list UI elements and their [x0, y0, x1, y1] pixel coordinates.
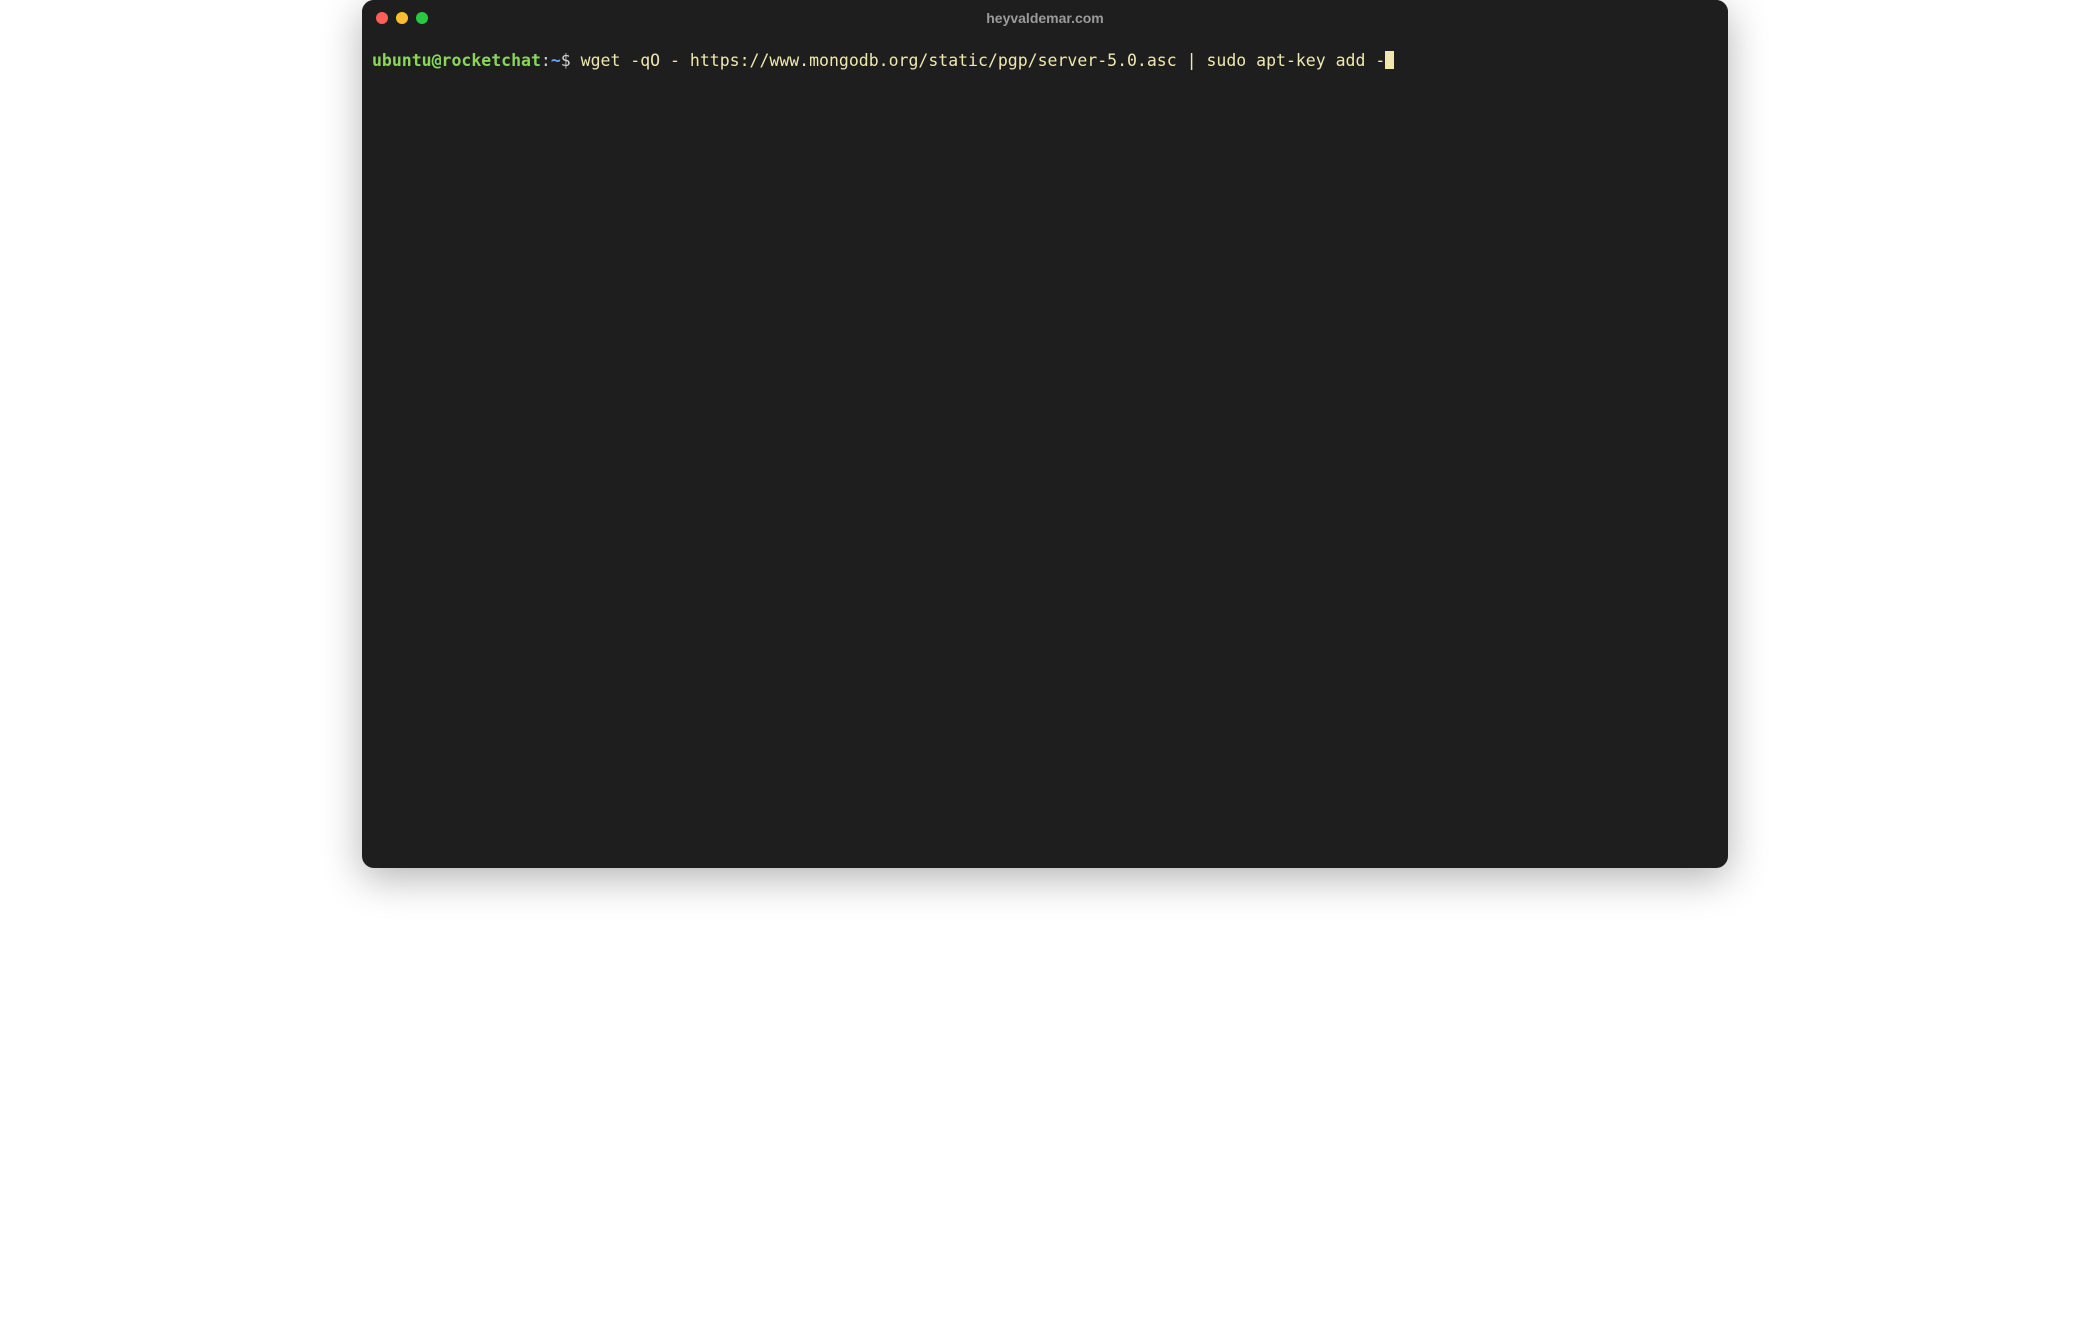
traffic-lights [376, 12, 428, 24]
terminal-window: heyvaldemar.com ubuntu@rocketchat:~$ wge… [362, 0, 1728, 868]
command-text: wget -qO - https://www.mongodb.org/stati… [581, 51, 1386, 70]
maximize-icon[interactable] [416, 12, 428, 24]
window-title: heyvaldemar.com [362, 10, 1728, 26]
prompt-path: ~ [551, 51, 561, 70]
minimize-icon[interactable] [396, 12, 408, 24]
cursor-icon [1385, 51, 1394, 69]
title-bar: heyvaldemar.com [362, 0, 1728, 36]
prompt-user-host: ubuntu@rocketchat [372, 51, 541, 70]
close-icon[interactable] [376, 12, 388, 24]
prompt: ubuntu@rocketchat:~$ [372, 51, 571, 70]
prompt-symbol: $ [561, 51, 571, 70]
terminal-body[interactable]: ubuntu@rocketchat:~$ wget -qO - https://… [362, 36, 1728, 868]
prompt-separator: : [541, 51, 551, 70]
